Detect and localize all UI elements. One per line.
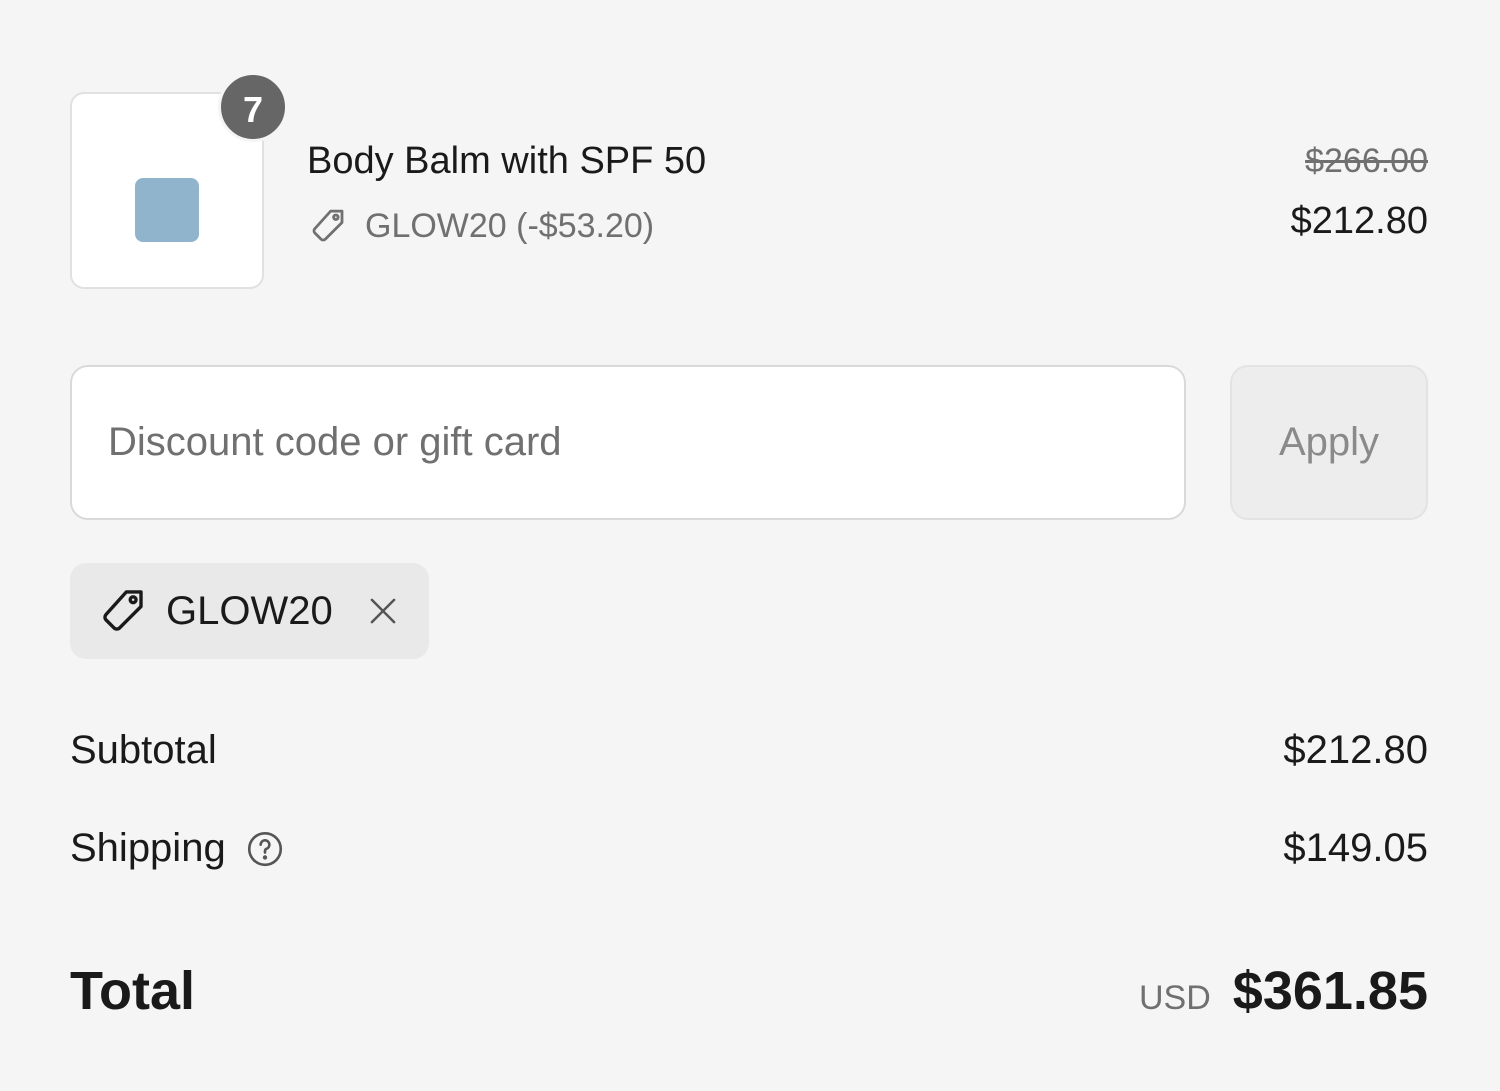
tag-icon <box>103 590 143 631</box>
subtotal-value: $212.80 <box>1283 728 1428 772</box>
total-label: Total <box>70 961 195 1021</box>
total-value: $361.85 <box>1232 961 1428 1021</box>
currency-code: USD <box>1139 979 1211 1017</box>
product-title: Body Balm with SPF 50 <box>307 140 707 182</box>
discount-code-input[interactable] <box>70 365 1186 520</box>
quantity-badge: 7 <box>218 72 288 142</box>
original-price: $266.00 <box>1305 142 1428 180</box>
apply-button[interactable]: Apply <box>1230 365 1428 520</box>
line-item-discount-label: GLOW20 (-$53.20) <box>365 206 655 245</box>
total-row: Total USD $361.85 <box>70 960 1428 1022</box>
total-amount: USD $361.85 <box>1139 960 1428 1022</box>
current-price: $212.80 <box>1290 200 1428 242</box>
subtotal-label: Subtotal <box>70 728 217 772</box>
product-image <box>135 178 199 242</box>
line-item-discount: GLOW20 (-$53.20) <box>307 204 654 248</box>
order-summary: 7 Body Balm with SPF 50 GLOW20 (-$53.20)… <box>70 0 1428 1091</box>
tag-icon <box>312 209 344 242</box>
applied-discount-code: GLOW20 <box>166 588 333 633</box>
applied-discount-chip: GLOW20 <box>70 563 429 659</box>
remove-discount-button[interactable] <box>363 591 403 631</box>
subtotal-row: Subtotal $212.80 <box>70 728 1428 773</box>
shipping-label-group: Shipping <box>70 826 286 871</box>
shipping-row: Shipping $149.05 <box>70 826 1428 871</box>
close-icon <box>370 598 396 624</box>
shipping-value: $149.05 <box>1283 826 1428 870</box>
help-icon[interactable] <box>244 828 286 870</box>
shipping-label: Shipping <box>70 826 226 870</box>
line-item: 7 Body Balm with SPF 50 GLOW20 (-$53.20)… <box>70 72 1428 292</box>
